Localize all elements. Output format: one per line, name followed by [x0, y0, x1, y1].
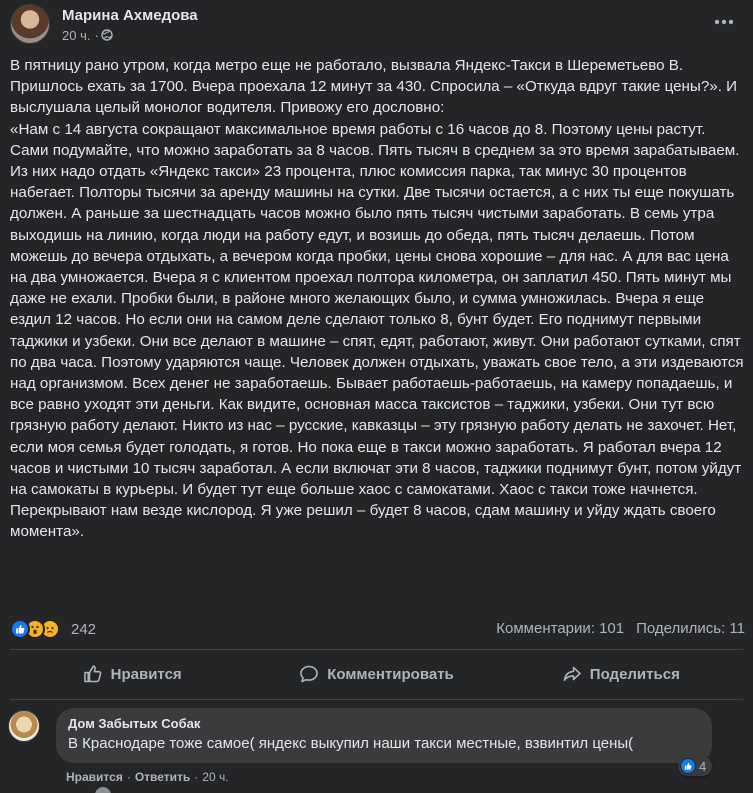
post-card: Марина Ахмедова 20 ч. · В пятницу рано у…: [0, 0, 753, 793]
post-paragraph: «Нам с 14 августа сокращают максимальное…: [10, 120, 744, 541]
author-avatar[interactable]: [10, 4, 50, 44]
share-button-label: Поделиться: [589, 665, 680, 683]
share-button[interactable]: Поделиться: [499, 652, 743, 696]
comment-like-link[interactable]: Нравится: [66, 770, 123, 784]
comment-button[interactable]: Комментировать: [254, 652, 498, 696]
separator: ·: [126, 770, 131, 784]
divider: [10, 649, 743, 650]
comment-reactions[interactable]: 4: [678, 756, 713, 776]
comment-reaction-count: 4: [699, 758, 707, 774]
post-stats: Комментарии: 101 Поделились: 11: [496, 620, 745, 637]
like-reaction-icon: [680, 758, 696, 774]
comment-bubble: Дом Забытых Собак В Краснодаре тоже само…: [56, 708, 712, 763]
comment-time[interactable]: 20 ч.: [202, 770, 228, 784]
commenter-name[interactable]: Дом Забытых Собак: [68, 716, 700, 732]
shares-count-link[interactable]: Поделились: 11: [636, 620, 745, 637]
commenter-avatar[interactable]: [8, 710, 40, 742]
reaction-count[interactable]: 242: [71, 621, 96, 638]
post-actions: Нравится Комментировать Поделиться: [10, 652, 743, 696]
reaction-icons: [10, 619, 60, 639]
comment-text: В Краснодаре тоже самое( яндекс выкупил …: [68, 735, 634, 752]
like-button-label: Нравится: [110, 665, 182, 683]
post-paragraph: В пятницу рано утром, когда метро еще не…: [10, 57, 738, 117]
share-icon: [563, 666, 581, 681]
post-header-text: Марина Ахмедова 20 ч. ·: [62, 6, 198, 43]
comment-icon: [300, 665, 319, 683]
post-body: В пятницу рано утром, когда метро еще не…: [10, 55, 746, 543]
reply-avatar: [95, 787, 111, 793]
thumbs-up-icon: [83, 665, 102, 683]
meta-separator: ·: [94, 27, 99, 43]
post-time[interactable]: 20 ч.: [62, 28, 90, 43]
more-horizontal-icon: [714, 19, 734, 25]
post-header: Марина Ахмедова 20 ч. ·: [10, 2, 198, 46]
comment-reply-link[interactable]: Ответить: [135, 770, 190, 784]
divider: [10, 699, 743, 700]
like-button[interactable]: Нравится: [10, 652, 254, 696]
globe-icon: [101, 29, 113, 41]
author-name[interactable]: Марина Ахмедова: [62, 6, 198, 25]
post-meta: 20 ч. ·: [62, 28, 198, 43]
separator: ·: [194, 770, 199, 784]
more-options-button[interactable]: [709, 10, 739, 34]
like-reaction-icon: [10, 619, 30, 639]
comment-button-label: Комментировать: [327, 665, 454, 683]
reactions-summary[interactable]: 242: [10, 617, 96, 641]
comment-actions: Нравится · Ответить · 20 ч.: [66, 770, 229, 784]
comments-count-link[interactable]: Комментарии: 101: [496, 620, 624, 637]
